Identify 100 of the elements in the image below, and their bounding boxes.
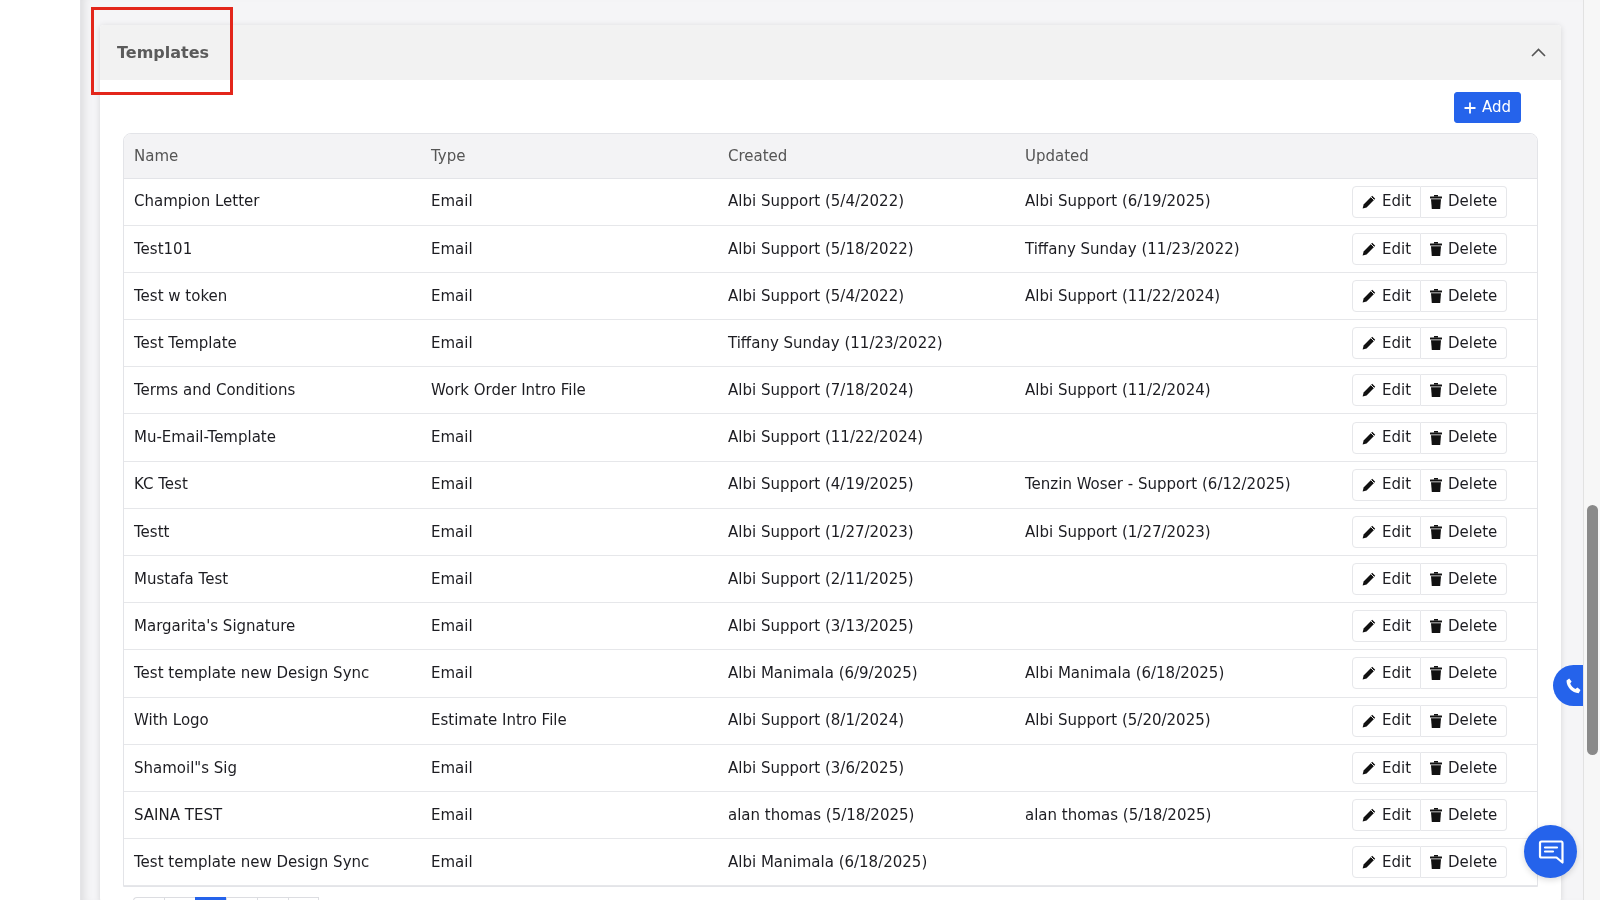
table-cell: Test101 (124, 225, 421, 273)
add-button[interactable]: Add (1453, 92, 1521, 123)
delete-button[interactable]: Delete (1421, 468, 1508, 501)
table-cell: Work Order Intro File (421, 366, 718, 414)
table-cell: Email (421, 413, 718, 462)
table-cell: Albi Support (5/20/2025) (1015, 697, 1342, 745)
pencil-icon (1362, 241, 1376, 256)
table-cell: Terms and Conditions (124, 366, 421, 414)
table-cell: Albi Support (3/6/2025) (718, 744, 1015, 792)
table-cell: Tenzin Woser - Support (6/12/2025) (1015, 461, 1342, 509)
table-cell: Email (421, 791, 718, 839)
column-header: Type (421, 134, 718, 178)
table-cell: alan thomas (5/18/2025) (718, 791, 1015, 839)
edit-button[interactable]: Edit (1352, 799, 1422, 832)
trash-icon (1430, 619, 1443, 634)
trash-icon (1430, 855, 1443, 870)
delete-button[interactable]: Delete (1421, 657, 1508, 690)
delete-button[interactable]: Delete (1421, 563, 1508, 596)
table-cell: Albi Support (5/4/2022) (718, 178, 1015, 226)
column-header: Created (718, 134, 1015, 178)
table-cell: Test Template (124, 319, 421, 367)
edit-button[interactable]: Edit (1352, 751, 1422, 784)
pencil-icon (1362, 430, 1376, 445)
table-cell: alan thomas (5/18/2025) (1015, 791, 1342, 839)
table-cell: Email (421, 838, 718, 886)
panel-title: Templates (117, 41, 210, 64)
table-cell: Albi Support (1/27/2023) (1015, 508, 1342, 556)
delete-button[interactable]: Delete (1421, 799, 1508, 832)
edit-button[interactable]: Edit (1352, 610, 1422, 643)
trash-icon (1430, 383, 1443, 398)
table-cell: Mu-Email-Template (124, 413, 421, 462)
table-cell: Estimate Intro File (421, 697, 718, 745)
chat-bubble-icon (1537, 838, 1564, 865)
edit-button[interactable]: Edit (1352, 421, 1422, 454)
trash-icon (1430, 760, 1443, 775)
pencil-icon (1362, 477, 1376, 492)
pencil-icon (1362, 524, 1376, 539)
table-cell: Tiffany Sunday (11/23/2022) (1015, 225, 1342, 273)
table-cell: Email (421, 319, 718, 367)
delete-button[interactable]: Delete (1421, 704, 1508, 737)
table-cell: Albi Support (11/2/2024) (1015, 366, 1342, 414)
trash-icon (1430, 713, 1443, 728)
table-cell: Test w token (124, 272, 421, 320)
table-cell: Test template new Design Sync (124, 649, 421, 698)
table-cell: Albi Support (5/4/2022) (718, 272, 1015, 320)
table-cell: Champion Letter (124, 178, 421, 226)
phone-icon (1566, 677, 1581, 694)
edit-button[interactable]: Edit (1352, 279, 1422, 312)
edit-button[interactable]: Edit (1352, 657, 1422, 690)
edit-button[interactable]: Edit (1352, 232, 1422, 265)
delete-button[interactable]: Delete (1421, 421, 1508, 454)
delete-button[interactable]: Delete (1421, 185, 1508, 218)
column-header: Updated (1015, 134, 1342, 178)
table-cell: Email (421, 225, 718, 273)
pencil-icon (1362, 666, 1376, 681)
pencil-icon (1362, 760, 1376, 775)
table-cell: Shamoil"s Sig (124, 744, 421, 792)
pencil-icon (1362, 713, 1376, 728)
chevron-up-icon[interactable] (1531, 48, 1546, 57)
table-cell: Albi Support (5/18/2022) (718, 225, 1015, 273)
pencil-icon (1362, 855, 1376, 870)
delete-button[interactable]: Delete (1421, 751, 1508, 784)
table-cell: Albi Support (11/22/2024) (1015, 272, 1342, 320)
delete-button[interactable]: Delete (1421, 515, 1508, 548)
edit-button[interactable]: Edit (1352, 468, 1422, 501)
trash-icon (1430, 524, 1443, 539)
edit-button[interactable]: Edit (1352, 846, 1422, 879)
trash-icon (1430, 430, 1443, 445)
edit-button[interactable]: Edit (1352, 327, 1422, 360)
trash-icon (1430, 572, 1443, 587)
table-cell: Email (421, 272, 718, 320)
delete-button[interactable]: Delete (1421, 232, 1508, 265)
delete-button[interactable]: Delete (1421, 846, 1508, 879)
trash-icon (1430, 808, 1443, 823)
table-cell: Testt (124, 508, 421, 556)
scrollbar-thumb[interactable] (1587, 505, 1598, 755)
plus-icon (1463, 101, 1476, 114)
table-cell: Email (421, 744, 718, 792)
delete-button[interactable]: Delete (1421, 327, 1508, 360)
edit-button[interactable]: Edit (1352, 563, 1422, 596)
pencil-icon (1362, 194, 1376, 209)
delete-button[interactable]: Delete (1421, 610, 1508, 643)
table-cell: Albi Support (4/19/2025) (718, 461, 1015, 509)
table-cell: Albi Manimala (6/9/2025) (718, 649, 1015, 698)
table-cell: Email (421, 555, 718, 603)
edit-button[interactable]: Edit (1352, 704, 1422, 737)
trash-icon (1430, 194, 1443, 209)
delete-button[interactable]: Delete (1421, 279, 1508, 312)
delete-button[interactable]: Delete (1421, 374, 1508, 407)
table-cell: Email (421, 461, 718, 509)
edit-button[interactable]: Edit (1352, 515, 1422, 548)
edit-button[interactable]: Edit (1352, 185, 1422, 218)
table-cell: Albi Support (8/1/2024) (718, 697, 1015, 745)
column-header: Name (124, 134, 421, 178)
pencil-icon (1362, 808, 1376, 823)
pencil-icon (1362, 572, 1376, 587)
edit-button[interactable]: Edit (1352, 374, 1422, 407)
table-cell: Email (421, 178, 718, 226)
trash-icon (1430, 288, 1443, 303)
table-cell: Albi Support (2/11/2025) (718, 555, 1015, 603)
